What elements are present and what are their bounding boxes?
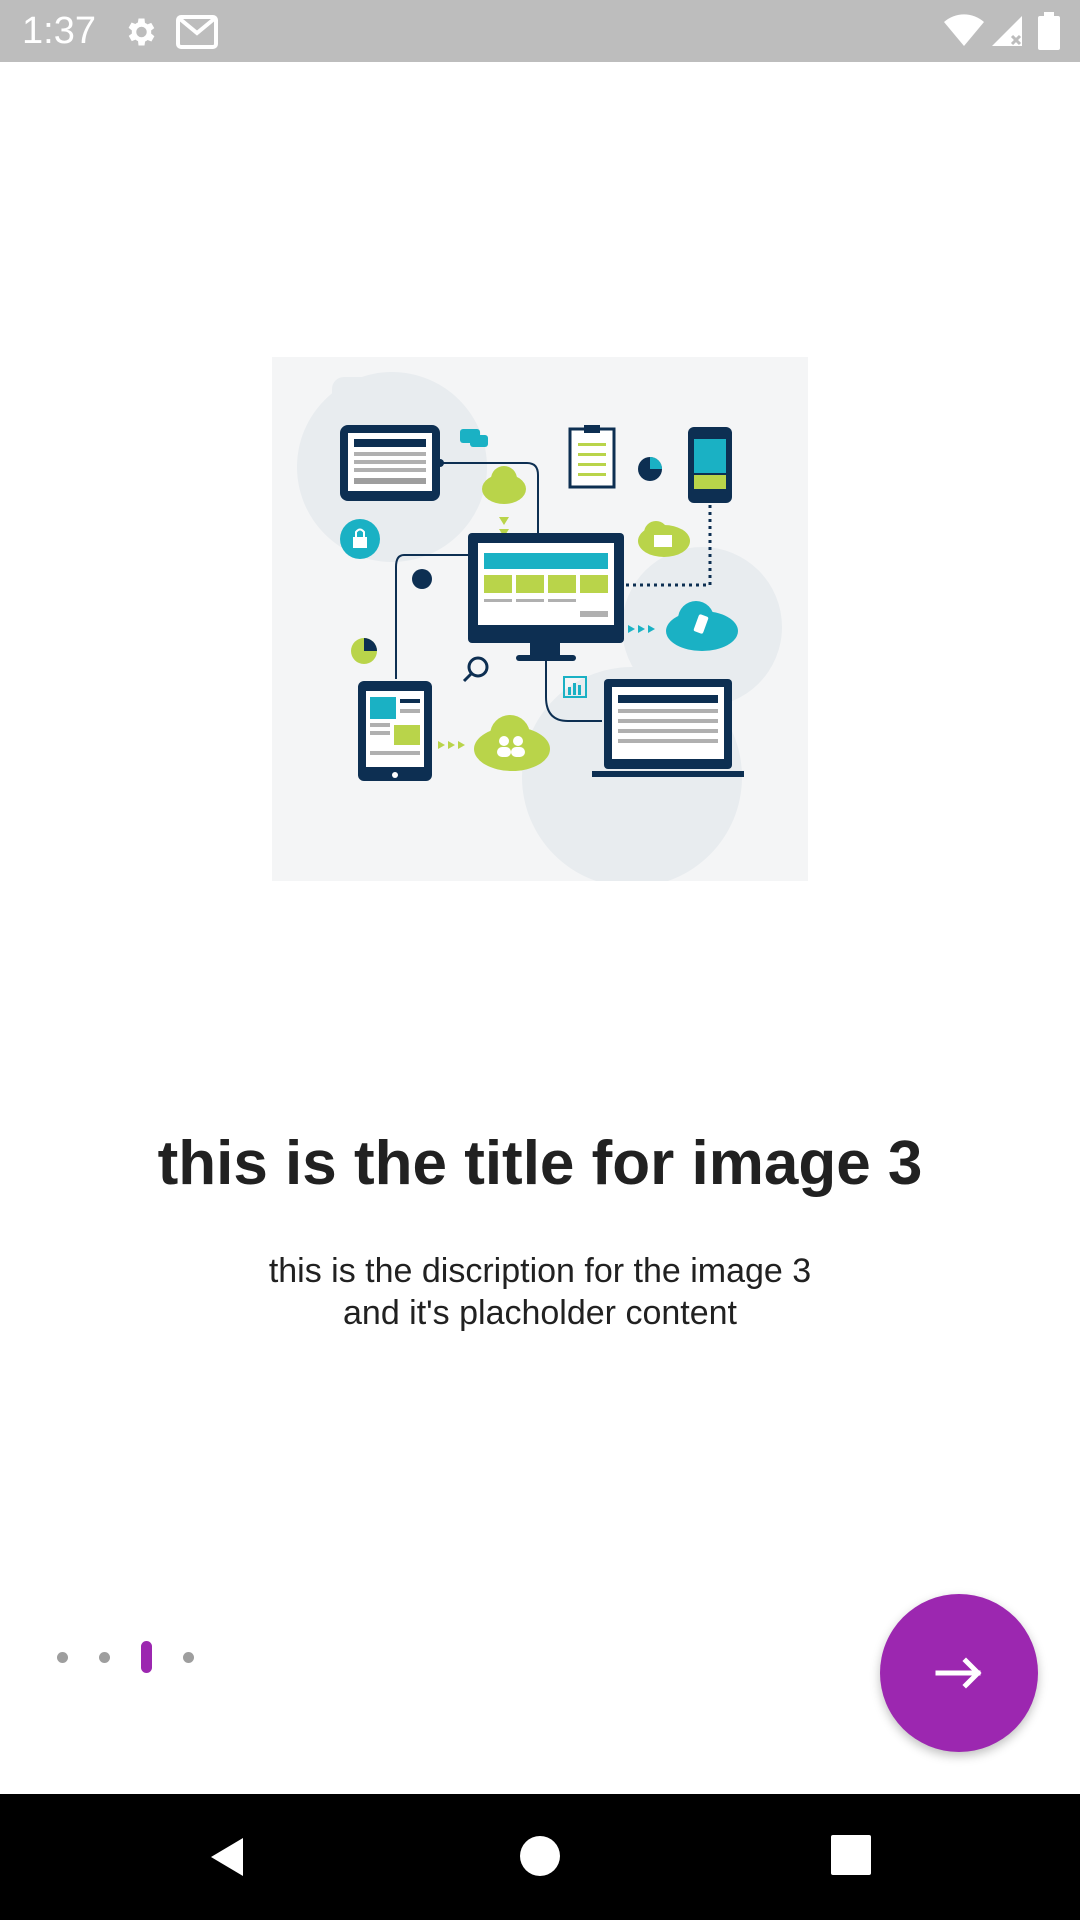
page-title: this is the title for image 3 — [157, 1129, 923, 1198]
recents-icon[interactable] — [830, 1834, 872, 1876]
gmail-icon — [176, 15, 218, 49]
page-dot-1[interactable] — [57, 1652, 68, 1663]
home-icon[interactable] — [518, 1834, 562, 1878]
page-description: this is the discription for the image 3 … — [140, 1250, 940, 1334]
page-dot-3-active[interactable] — [141, 1641, 152, 1673]
system-nav-bar — [0, 1794, 1080, 1920]
network-devices-illustration — [272, 357, 808, 881]
page-dot-4[interactable] — [183, 1652, 194, 1663]
battery-icon — [1038, 12, 1060, 50]
description-line-2: and it's placholder content — [343, 1294, 737, 1332]
onboarding-page: this is the title for image 3 this is th… — [0, 62, 1080, 1794]
next-button[interactable] — [880, 1594, 1038, 1752]
description-line-1: this is the discription for the image 3 — [268, 1252, 812, 1290]
page-dot-2[interactable] — [99, 1652, 110, 1663]
signal-icon — [992, 16, 1022, 46]
arrow-right-icon — [935, 1657, 982, 1689]
wifi-icon — [944, 14, 984, 46]
gear-icon — [128, 18, 155, 46]
page-indicator — [52, 1638, 212, 1678]
status-bar: 1:37 — [0, 0, 1080, 62]
status-time: 1:37 — [22, 10, 96, 52]
back-icon[interactable] — [205, 1834, 251, 1880]
